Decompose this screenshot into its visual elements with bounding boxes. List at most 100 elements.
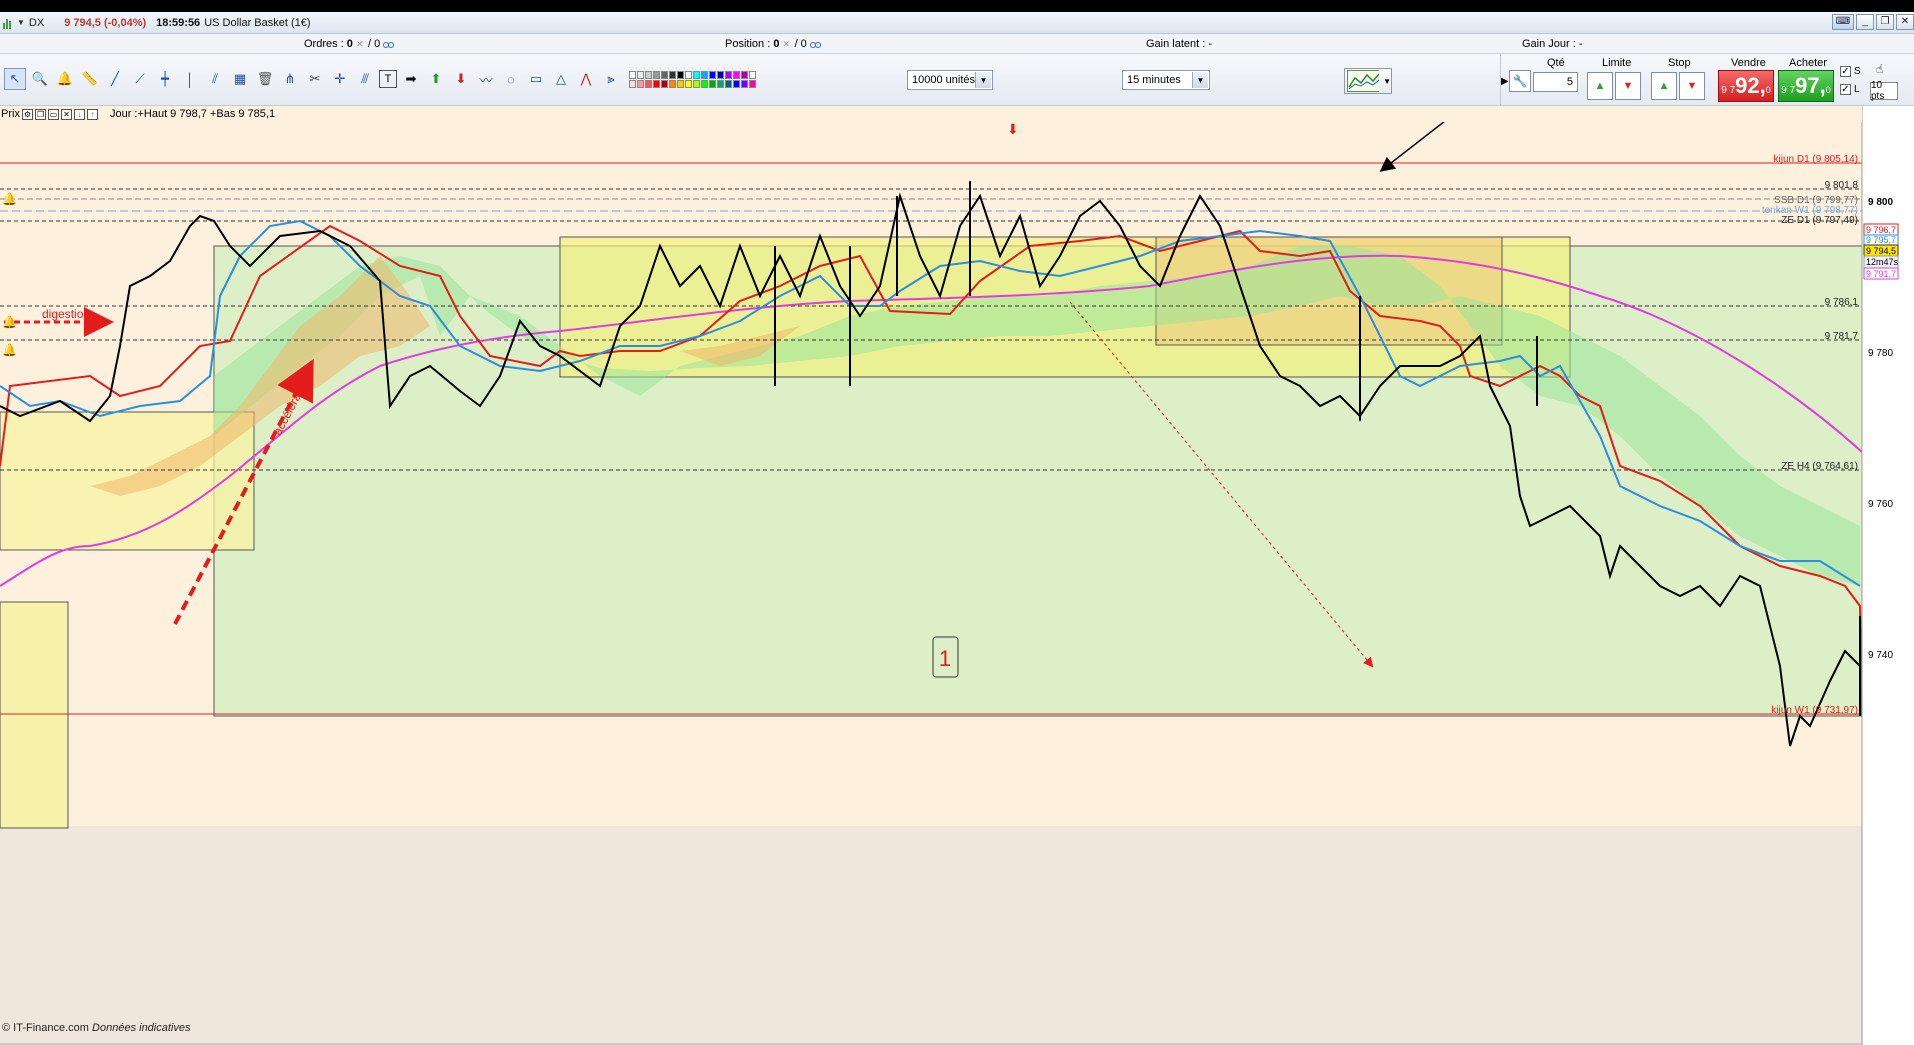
top-strip [0,0,1914,12]
price-tick: 9 800 [1868,197,1893,208]
zoom-icon[interactable]: 🔍 [29,68,51,90]
level-9801-label: 9 801,8 [1825,180,1859,191]
restore-button[interactable]: ❐ [1876,14,1894,30]
copy-icon[interactable]: ❐ [34,108,46,120]
alarm-marker-icon: 🔔 [2,343,17,357]
arrow-right-icon[interactable]: ➡ [400,68,422,90]
arrow-down-icon[interactable]: ⬇ [450,68,472,90]
wrench-icon[interactable]: 🔧 [1509,70,1531,92]
price-tag-violet: 9 791,7 [1866,269,1896,279]
alarm-icon[interactable]: 🔔 [54,68,76,90]
orders-total: / 0 [368,38,381,50]
l-checkbox[interactable]: ✓ [1840,83,1851,95]
arrow-down-marker-icon: ⬇ [1007,121,1019,137]
chevron-down-icon[interactable]: ▼ [975,72,991,88]
limit-buy-button[interactable]: ▲ [1587,72,1613,100]
alarm-marker-icon: 🔔 [2,315,17,329]
vertical-line-icon[interactable]: │ [179,68,201,90]
indicator-chart-icon [1347,70,1380,92]
window-icon[interactable]: ▭ [47,108,59,120]
buy-button[interactable]: 9 7 97, 0 [1778,70,1834,102]
horizontal-line-icon[interactable]: ┿ [154,68,176,90]
cancel-icon[interactable]: ✕ [783,39,792,49]
buy-price: 97, [1795,73,1826,98]
price-tag-blue: 9 795,7 [1866,235,1896,245]
chart-canvas[interactable]: digestion accélération ⬇ 🔔 🔔 🔔 1 kijun D… [0,106,1914,1045]
stop-buy-button[interactable]: ▲ [1651,72,1677,100]
lasso-icon[interactable]: ◌ [500,68,522,90]
ruler-icon[interactable]: 📏 [79,68,101,90]
tools-icon[interactable]: ✂ [304,68,326,90]
trash-icon[interactable]: 🗑 [254,68,276,90]
line-icon[interactable]: ╱ [104,68,126,90]
position-label: Position : [725,38,771,50]
cancel-icon[interactable]: ✕ [356,39,365,49]
parallel-icon[interactable]: ⫻ [354,68,376,90]
chevron-down-icon[interactable]: ▼ [1192,72,1208,88]
rectangle-icon[interactable]: ▭ [525,68,547,90]
gann-icon[interactable]: ⫸ [600,68,622,90]
stop-sell-button[interactable]: ▼ [1679,72,1705,100]
limit-sell-button[interactable]: ▼ [1615,72,1641,100]
hand-cursor-icon[interactable]: ☝ [1876,62,1894,80]
points-input[interactable]: 10 pts [1870,80,1898,102]
digestion-label: digestion [42,307,90,321]
timeframe-select-value: 15 minutes [1127,74,1181,86]
link-icon[interactable] [809,39,822,49]
channel-icon[interactable]: ▦ [229,68,251,90]
stop-label: Stop [1668,57,1691,69]
arrow-up-icon[interactable]: ↑ [86,108,98,120]
minimize-button[interactable]: _ [1856,14,1874,30]
play-icon[interactable]: ▶ [1501,76,1509,87]
title-bar: ▼ DX 9 794,5 (-0,04%) 18:59:56 US Dollar… [0,12,1914,34]
position-value: 0 [773,38,780,50]
gain-jour: Gain Jour : - [1522,38,1583,50]
limite-label: Limite [1602,57,1632,69]
chevron-down-icon[interactable]: ▼ [17,18,25,27]
day-high-low: Jour :+Haut 9 798,7 +Bas 9 785,1 [109,108,276,120]
wrench-icon[interactable]: ⚙ [21,108,33,120]
price-tick: 9 780 [1868,348,1893,359]
instrument-symbol[interactable]: DX [29,17,44,29]
timeframe-select[interactable]: 15 minutes ▼ [1122,70,1210,90]
close-icon[interactable]: ✕ [60,108,72,120]
indicators-button[interactable]: ▼ [1344,68,1392,94]
ray-icon[interactable]: ⟋ [129,68,151,90]
position-total: / 0 [794,38,807,50]
stop-limit-box: ✓ S ✓ L [1840,62,1861,98]
price-tag-red: 9 796,7 [1866,225,1896,235]
tool-buttons: ↖ 🔍 🔔 📏 ╱ ⟋ ┿ │ ⫽ ▦ 🗑 ⋔ ✂ ✛ ⫻ T ➡ ⬆ ⬇ 〰 … [4,68,756,90]
wave-icon[interactable]: 〰 [475,68,497,90]
fan-icon[interactable]: ⋀ [575,68,597,90]
pointer-icon[interactable]: ↖ [4,68,26,90]
triangle-icon[interactable]: △ [550,68,572,90]
quantity-input[interactable]: 5 [1533,72,1578,92]
window-controls: ⌨ _ ❐ ✕ [1832,14,1914,30]
arrow-down-icon[interactable]: ↓ [73,108,85,120]
text-icon[interactable]: T [379,70,397,88]
fibonacci-icon[interactable]: ⫽ [204,68,226,90]
qte-label: Qté [1547,57,1565,69]
keyboard-icon[interactable]: ⌨ [1832,14,1854,30]
buy-price-decimal: 0 [1825,85,1831,95]
chart-header: Prix ⚙ ❐ ▭ ✕ ↓ ↑ Jour :+Haut 9 798,7 +Ba… [0,106,1862,122]
close-button[interactable]: ✕ [1896,14,1914,30]
position-info: Position : 0 ✕ / 0 [725,38,822,50]
price-chart[interactable]: digestion accélération ⬇ 🔔 🔔 🔔 1 kijun D… [0,106,1914,1045]
s-checkbox[interactable]: ✓ [1840,65,1851,77]
sell-button[interactable]: 9 7 92, 0 [1718,70,1774,102]
price-tick: 9 740 [1868,650,1893,661]
indicative-note: Données indicatives [92,1022,191,1034]
crosshair-icon[interactable]: ✛ [329,68,351,90]
drawing-toolbar: ↖ 🔍 🔔 📏 ╱ ⟋ ┿ │ ⫽ ▦ 🗑 ⋔ ✂ ✛ ⫻ T ➡ ⬆ ⬇ 〰 … [0,54,1500,106]
units-select[interactable]: 10000 unités ▼ [907,70,993,90]
link-icon[interactable] [383,39,395,49]
clock-time: 18:59:56 [156,16,201,29]
chart-app-icon [3,17,13,29]
kijun-w1-label: kijun W1 (9 731,97) [1771,705,1858,716]
color-palette[interactable] [629,70,756,88]
arrow-up-icon[interactable]: ⬆ [425,68,447,90]
pitchfork-icon[interactable]: ⋔ [279,68,301,90]
chevron-down-icon[interactable]: ▼ [1383,77,1391,86]
alarm-marker-icon: 🔔 [2,192,17,206]
